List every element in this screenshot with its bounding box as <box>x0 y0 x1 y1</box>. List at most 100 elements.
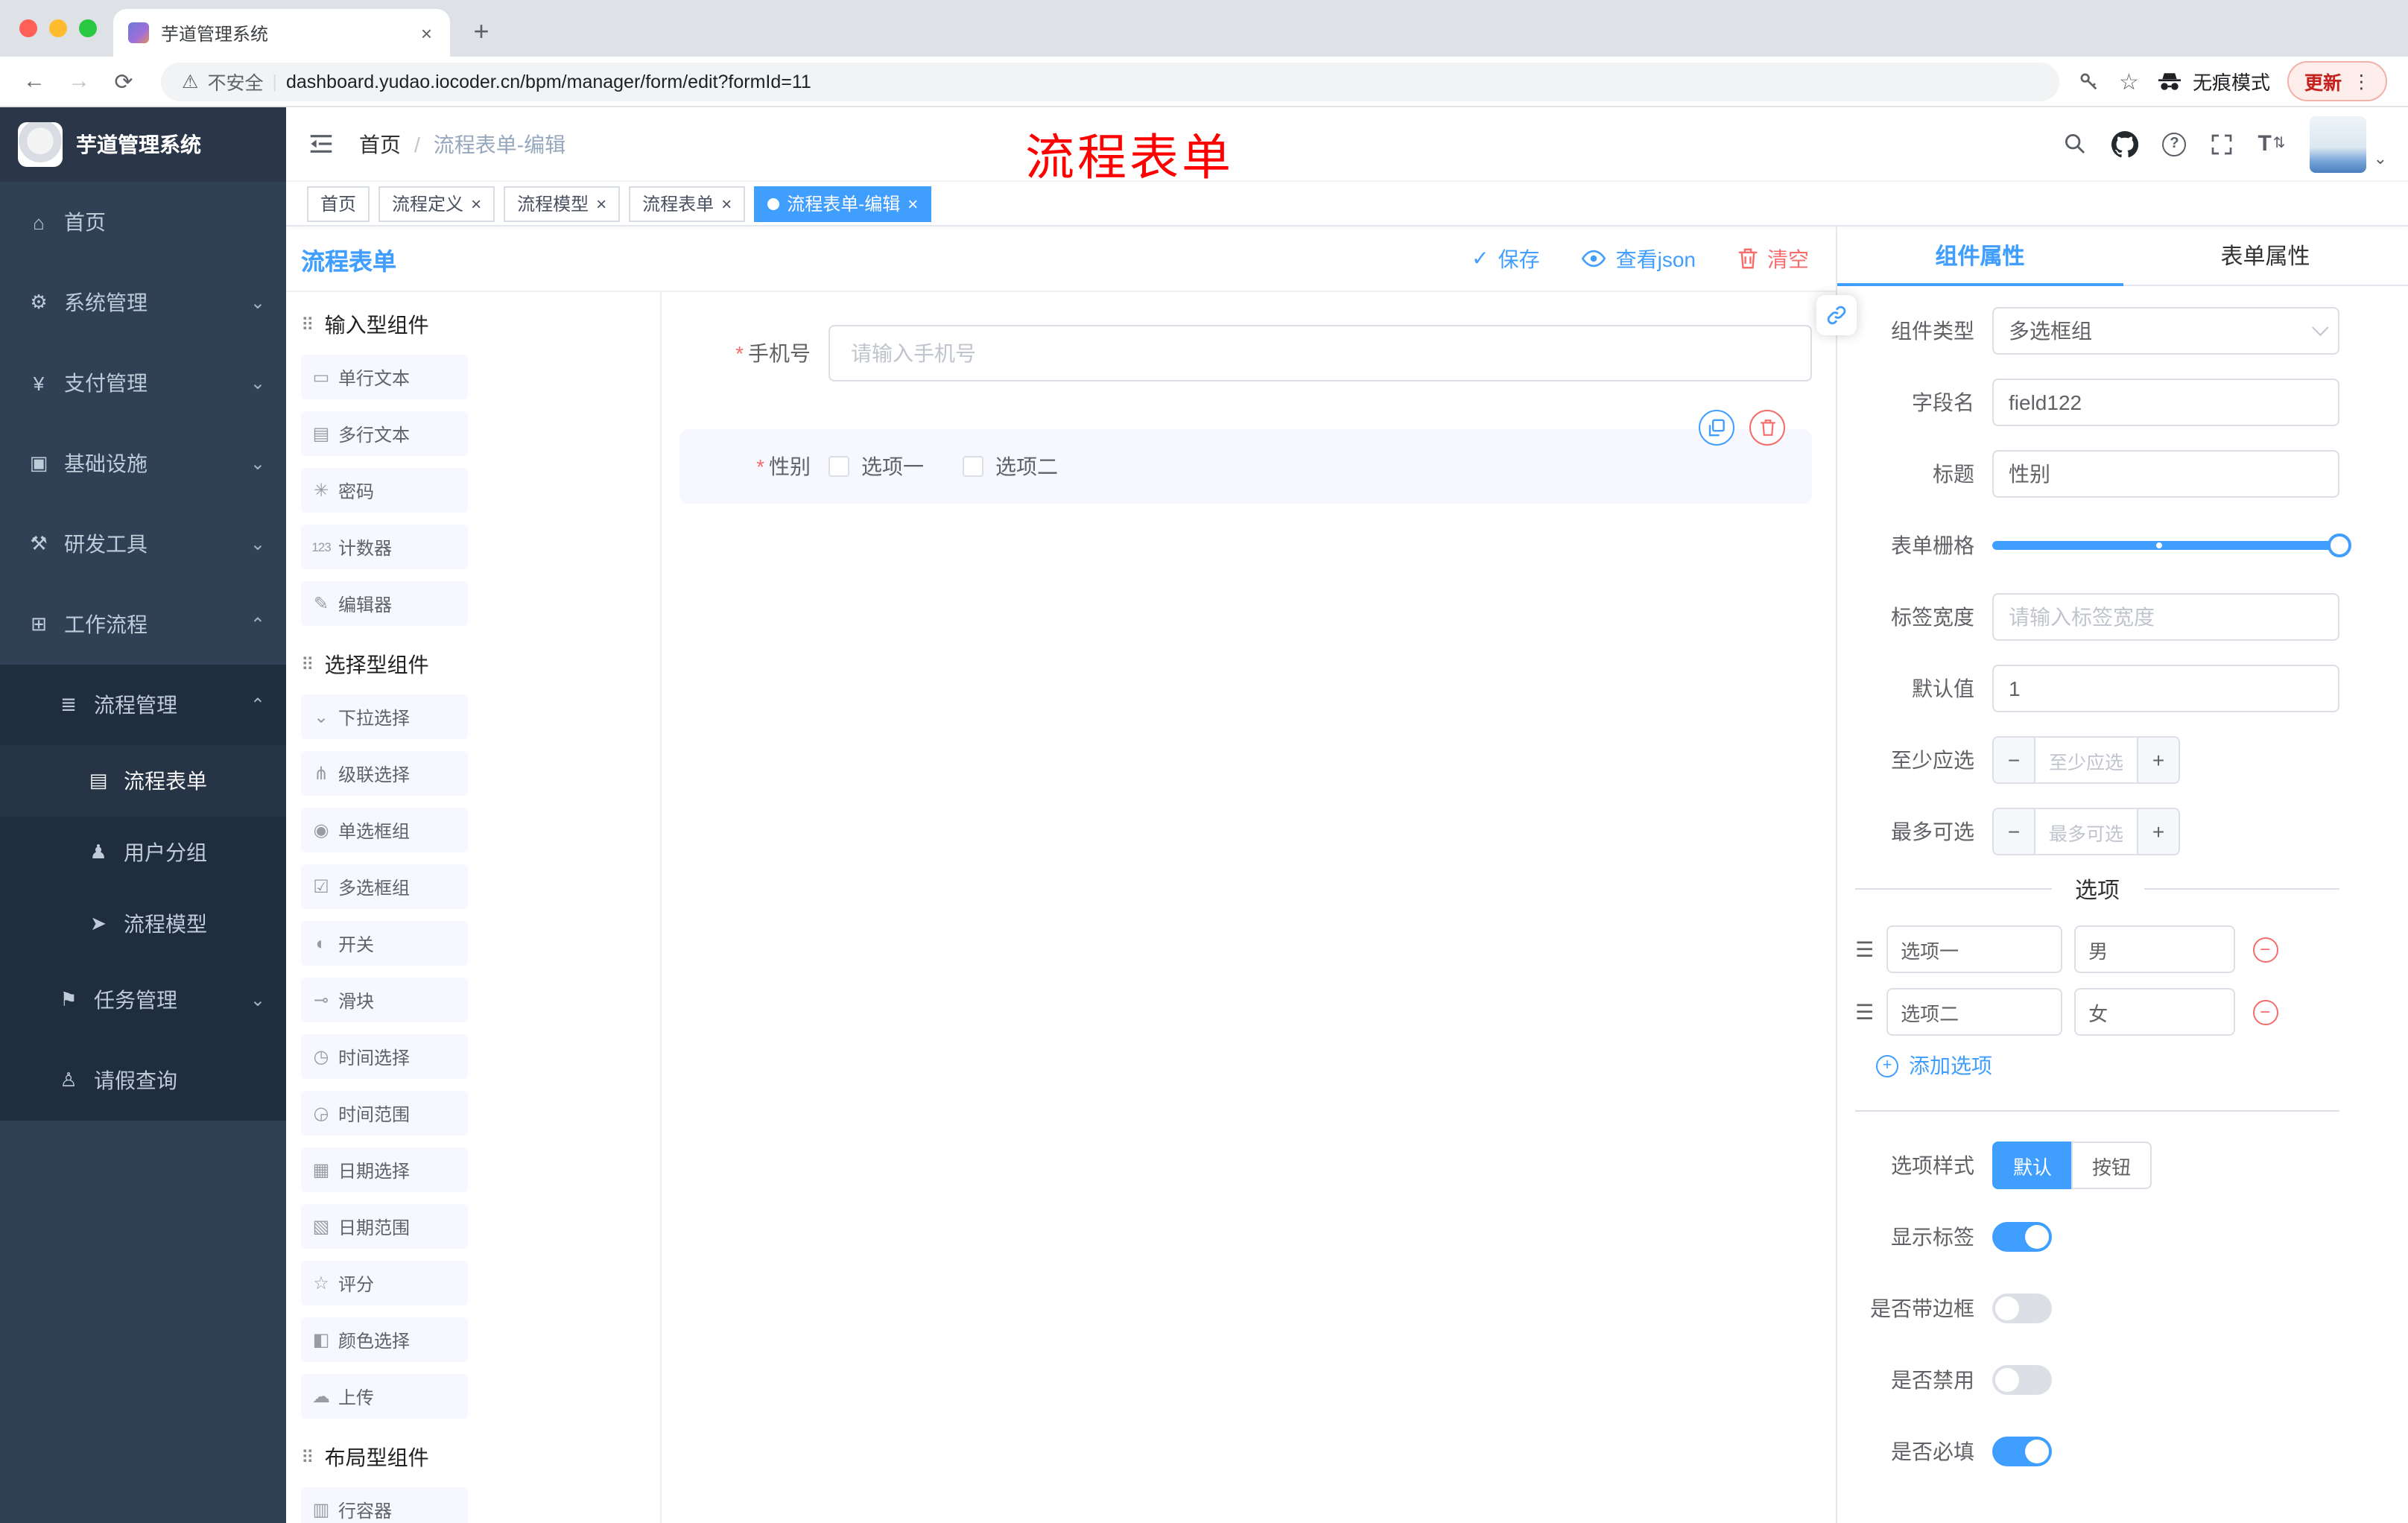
sidebar-item-dev-tools[interactable]: ⚒ 研发工具 ⌄ <box>0 504 286 584</box>
min-select-value[interactable]: 至少应选 <box>2035 738 2137 782</box>
palette-item[interactable]: ▦ 日期选择 <box>301 1147 468 1192</box>
copy-widget-button[interactable] <box>1699 410 1734 446</box>
palette-item[interactable]: ⊸ 滑块 <box>301 978 468 1022</box>
save-button[interactable]: ✓ 保存 <box>1471 244 1539 273</box>
palette-item[interactable]: ▭ 单行文本 <box>301 355 468 399</box>
option-value-input[interactable] <box>2073 925 2235 973</box>
sidebar-item-process-form[interactable]: ▤ 流程表单 <box>0 745 286 817</box>
checkbox-box[interactable] <box>963 456 983 477</box>
increase-button[interactable]: + <box>2137 738 2179 782</box>
toggle-switch-off[interactable] <box>1992 1365 2052 1395</box>
help-icon[interactable]: ? <box>2162 132 2187 156</box>
delete-widget-button[interactable] <box>1749 410 1785 446</box>
breadcrumb-home[interactable]: 首页 <box>359 129 401 159</box>
password-key-icon[interactable] <box>2077 69 2101 93</box>
tag-item[interactable]: 流程模型 × <box>504 186 621 221</box>
increase-button[interactable]: + <box>2137 809 2179 854</box>
sidebar-item-task-management[interactable]: ⚑ 任务管理 ⌄ <box>0 960 286 1040</box>
github-icon[interactable] <box>2111 130 2139 157</box>
sidebar-item-process-management[interactable]: ≣ 流程管理 ⌃ <box>0 665 286 745</box>
checkbox-box[interactable] <box>828 456 849 477</box>
tag-item[interactable]: 首页 <box>307 186 370 221</box>
view-json-button[interactable]: 查看json <box>1582 244 1696 273</box>
option-style-choice[interactable]: 按钮 <box>2071 1142 2152 1189</box>
sidebar-toggle-icon[interactable] <box>307 130 335 158</box>
clear-button[interactable]: 清空 <box>1737 244 1809 273</box>
sidebar-item-payment-management[interactable]: ¥ 支付管理 ⌄ <box>0 343 286 423</box>
palette-item[interactable]: ▥ 行容器 <box>301 1487 468 1523</box>
new-tab-button[interactable]: + <box>462 12 501 51</box>
decrease-button[interactable]: − <box>1994 738 2035 782</box>
browser-tab[interactable]: 芋道管理系统 × <box>113 9 450 57</box>
toggle-switch-on[interactable] <box>1992 1222 2052 1252</box>
font-size-icon[interactable]: T ⇅ <box>2258 131 2285 156</box>
palette-item[interactable]: ◐ 开关 <box>301 921 468 966</box>
palette-item[interactable]: ✎ 编辑器 <box>301 581 468 626</box>
forward-button[interactable]: → <box>60 62 98 101</box>
default-value-input[interactable] <box>1992 665 2339 712</box>
palette-item[interactable]: ⌄ 下拉选择 <box>301 694 468 739</box>
palette-item[interactable]: ☑ 多选框组 <box>301 864 468 909</box>
palette-item[interactable]: ⋔ 级联选择 <box>301 751 468 796</box>
tag-item[interactable]: 流程表单-编辑 × <box>754 186 932 221</box>
field-name-input[interactable] <box>1992 379 2339 426</box>
search-icon[interactable] <box>2062 131 2088 156</box>
palette-item[interactable]: ▧ 日期范围 <box>301 1204 468 1249</box>
minimize-window-button[interactable] <box>49 19 67 37</box>
palette-item[interactable]: ◧ 颜色选择 <box>301 1317 468 1362</box>
fullscreen-icon[interactable] <box>2210 132 2234 156</box>
selected-widget-gender[interactable]: * 性别 选项一 选项二 <box>679 410 1812 504</box>
tag-close-icon[interactable]: × <box>907 194 918 212</box>
option-label-input[interactable] <box>1886 925 2062 973</box>
tab-close-icon[interactable]: × <box>418 22 435 44</box>
component-type-value[interactable] <box>1992 307 2339 355</box>
palette-item[interactable]: ◷ 时间选择 <box>301 1034 468 1079</box>
tag-close-icon[interactable]: × <box>596 194 606 212</box>
tab-component-props[interactable]: 组件属性 <box>1837 227 2123 286</box>
toggle-switch-off[interactable] <box>1992 1294 2052 1323</box>
zoom-window-button[interactable] <box>79 19 97 37</box>
panel-collapse-handle[interactable] <box>1816 295 1857 335</box>
decrease-button[interactable]: − <box>1994 809 2035 854</box>
palette-item[interactable]: ▤ 多行文本 <box>301 411 468 456</box>
sidebar-item-user-group[interactable]: ♟ 用户分组 <box>0 817 286 888</box>
remove-option-icon[interactable]: − <box>2252 999 2278 1025</box>
title-input[interactable] <box>1992 450 2339 498</box>
sidebar-logo-row[interactable]: 芋道管理系统 <box>0 107 286 182</box>
drag-handle-icon[interactable]: ☰ <box>1855 937 1874 962</box>
update-browser-button[interactable]: 更新 ⋮ <box>2287 61 2387 101</box>
tag-item[interactable]: 流程定义 × <box>378 186 495 221</box>
palette-item[interactable]: 123 计数器 <box>301 525 468 569</box>
avatar[interactable] <box>2309 115 2366 172</box>
back-button[interactable]: ← <box>15 62 54 101</box>
tab-form-props[interactable]: 表单属性 <box>2123 227 2408 285</box>
option-label-input[interactable] <box>1886 988 2062 1036</box>
toggle-switch-on[interactable] <box>1992 1437 2052 1466</box>
palette-item[interactable]: ☁ 上传 <box>301 1374 468 1419</box>
sidebar-item-home[interactable]: ⌂ 首页 <box>0 182 286 262</box>
option-value-input[interactable] <box>2073 988 2235 1036</box>
max-select-value[interactable]: 最多可选 <box>2035 809 2137 854</box>
phone-input[interactable] <box>828 325 1812 381</box>
add-option-button[interactable]: + 添加选项 <box>1876 1051 2339 1080</box>
sidebar-item-leave-query[interactable]: ♙ 请假查询 <box>0 1040 286 1121</box>
address-bar[interactable]: ⚠ 不安全 | dashboard.yudao.iocoder.cn/bpm/m… <box>161 62 2060 101</box>
tag-item[interactable]: 流程表单 × <box>629 186 746 221</box>
palette-item[interactable]: ☆ 评分 <box>301 1261 468 1305</box>
sidebar-item-system-management[interactable]: ⚙ 系统管理 ⌄ <box>0 262 286 343</box>
sidebar-item-infrastructure[interactable]: ▣ 基础设施 ⌄ <box>0 423 286 504</box>
slider-track[interactable] <box>1992 533 2351 557</box>
sidebar-item-process-model[interactable]: ➤ 流程模型 <box>0 888 286 960</box>
browser-menu-icon[interactable]: ⋮ <box>2352 70 2371 92</box>
slider-handle[interactable] <box>2328 533 2351 557</box>
gender-checkbox[interactable]: 选项二 <box>963 452 1058 481</box>
remove-option-icon[interactable]: − <box>2252 937 2278 962</box>
sidebar-item-workflow[interactable]: ⊞ 工作流程 ⌃ <box>0 584 286 665</box>
component-type-select[interactable] <box>1992 307 2339 355</box>
tag-close-icon[interactable]: × <box>471 194 481 212</box>
palette-item[interactable]: ✳ 密码 <box>301 468 468 513</box>
drag-handle-icon[interactable]: ☰ <box>1855 999 1874 1025</box>
label-width-input[interactable] <box>1992 593 2339 641</box>
close-window-button[interactable] <box>19 19 37 37</box>
gender-checkbox[interactable]: 选项一 <box>828 452 924 481</box>
